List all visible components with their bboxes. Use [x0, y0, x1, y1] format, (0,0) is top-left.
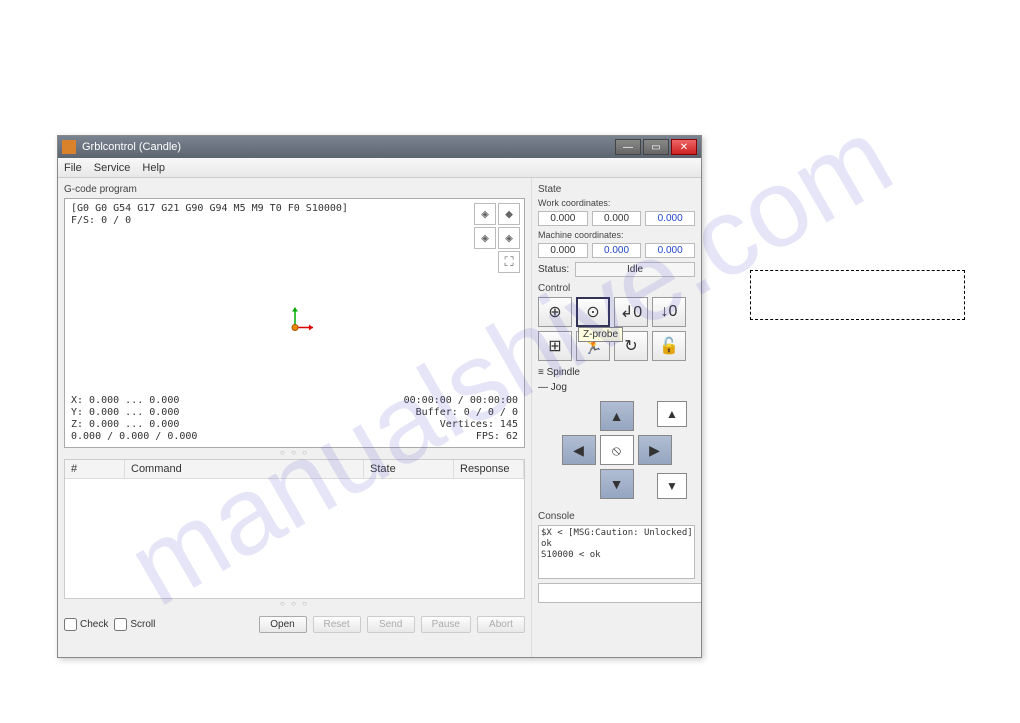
app-icon [62, 140, 76, 154]
work-x: 0.000 [538, 211, 588, 226]
gcode-header: [G0 G0 G54 G17 G21 G90 G94 M5 M9 T0 F0 S… [71, 203, 348, 227]
control-label: Control [538, 283, 695, 294]
work-coords-label: Work coordinates: [538, 198, 695, 208]
jog-right-button[interactable]: ▶ [638, 435, 672, 465]
view-fit-icon[interactable]: ⛶ [498, 251, 520, 273]
pause-button[interactable]: Pause [421, 616, 471, 633]
titlebar: Grblcontrol (Candle) — ▭ ✕ [58, 136, 701, 158]
ctrl-zero-z-icon[interactable]: ↓0 [652, 297, 686, 327]
ctrl-unlock-icon[interactable]: 🔓 [652, 331, 686, 361]
jog-z-up-button[interactable]: ▲ [657, 401, 687, 427]
machine-x: 0.000 [538, 243, 588, 258]
scroll-checkbox[interactable]: Scroll [114, 618, 155, 631]
view-cube2-icon[interactable]: ◆ [498, 203, 520, 225]
check-checkbox[interactable]: Check [64, 618, 108, 631]
splitter[interactable]: ○ ○ ○ [64, 448, 525, 457]
abort-button[interactable]: Abort [477, 616, 525, 633]
machine-y: 0.000 [592, 243, 642, 258]
jog-header[interactable]: — Jog [538, 382, 695, 393]
tooltip-zprobe: Z-probe [578, 327, 623, 342]
col-command[interactable]: Command [125, 460, 364, 478]
work-z: 0.000 [645, 211, 695, 226]
machine-z: 0.000 [645, 243, 695, 258]
window-title: Grblcontrol (Candle) [82, 141, 613, 153]
table-body [65, 479, 524, 598]
menu-help[interactable]: Help [142, 162, 165, 174]
send-button[interactable]: Send [367, 616, 415, 633]
status-label: Status: [538, 264, 569, 275]
view-cube3-icon[interactable]: ◈ [474, 227, 496, 249]
gcode-stats: 00:00:00 / 00:00:00 Buffer: 0 / 0 / 0 Ve… [404, 395, 518, 443]
ctrl-safepos-icon[interactable]: ⊞ [538, 331, 572, 361]
app-window: Grblcontrol (Candle) — ▭ ✕ File Service … [57, 135, 702, 658]
view-cube4-icon[interactable]: ◈ [498, 227, 520, 249]
axis-gizmo [275, 302, 315, 345]
ctrl-zprobe-button[interactable]: ⊙Z-probe [576, 297, 610, 327]
console-output: $X < [MSG:Caution: Unlocked] ok S10000 <… [538, 525, 695, 579]
view-cube1-icon[interactable]: ◈ [474, 203, 496, 225]
ctrl-zero-xy-icon[interactable]: ↲0 [614, 297, 648, 327]
work-y: 0.000 [592, 211, 642, 226]
state-label: State [538, 184, 695, 195]
open-button[interactable]: Open [259, 616, 307, 633]
col-response[interactable]: Response [454, 460, 524, 478]
jog-up-button[interactable]: ▲ [600, 401, 634, 431]
gcode-table: # Command State Response [64, 459, 525, 599]
jog-left-button[interactable]: ◀ [562, 435, 596, 465]
gcode-viewer[interactable]: [G0 G0 G54 G17 G21 G90 G94 M5 M9 T0 F0 S… [64, 198, 525, 448]
col-num[interactable]: # [65, 460, 125, 478]
gcode-coords: X: 0.000 ... 0.000 Y: 0.000 ... 0.000 Z:… [71, 395, 197, 443]
menubar: File Service Help [58, 158, 701, 178]
maximize-button[interactable]: ▭ [643, 139, 669, 155]
console-input[interactable] [538, 583, 701, 603]
ctrl-zoom-in-icon[interactable]: ⊕ [538, 297, 572, 327]
menu-file[interactable]: File [64, 162, 82, 174]
annotation-box [750, 270, 965, 320]
jog-down-button[interactable]: ▼ [600, 469, 634, 499]
jog-z-down-button[interactable]: ▼ [657, 473, 687, 499]
console-label: Console [538, 511, 695, 522]
menu-service[interactable]: Service [94, 162, 131, 174]
gcode-label: G-code program [64, 184, 525, 195]
reset-button[interactable]: Reset [313, 616, 361, 633]
col-state[interactable]: State [364, 460, 454, 478]
close-button[interactable]: ✕ [671, 139, 697, 155]
splitter2[interactable]: ○ ○ ○ [64, 599, 525, 608]
spindle-header[interactable]: ≡ Spindle [538, 367, 695, 378]
machine-coords-label: Machine coordinates: [538, 230, 695, 240]
jog-stop-button[interactable]: ⦸ [600, 435, 634, 465]
status-value: Idle [575, 262, 695, 277]
minimize-button[interactable]: — [615, 139, 641, 155]
